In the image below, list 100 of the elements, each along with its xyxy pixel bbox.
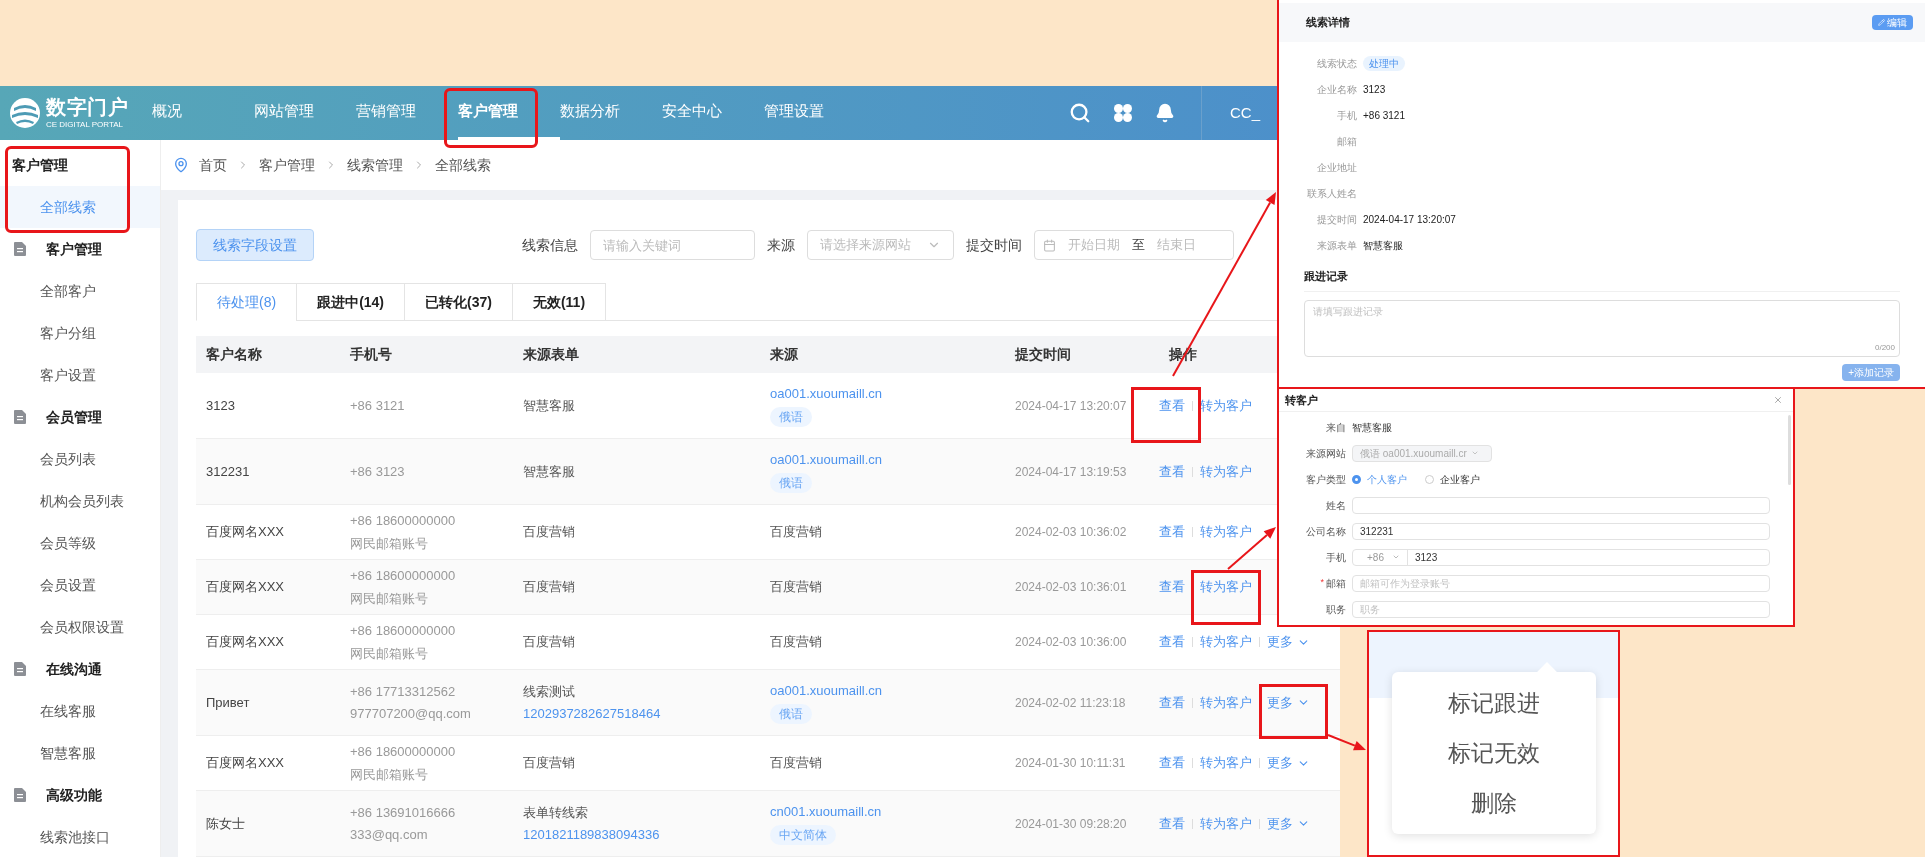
- breadcrumb-item[interactable]: 客户管理: [259, 154, 315, 176]
- more-link[interactable]: 更多: [1267, 813, 1310, 834]
- action-link[interactable]: 转为客户: [1200, 753, 1252, 773]
- breadcrumb-item[interactable]: 线索管理: [347, 154, 403, 176]
- menu-item[interactable]: 标记无效: [1392, 728, 1596, 778]
- sidebar-item[interactable]: 线索池接口: [0, 816, 160, 857]
- action-link[interactable]: 查看: [1159, 813, 1185, 834]
- sidebar-item[interactable]: 会员设置: [0, 564, 160, 606]
- user-name[interactable]: CC_: [1230, 101, 1260, 125]
- edit-button[interactable]: 编辑: [1872, 15, 1913, 30]
- document-icon: [14, 788, 26, 802]
- location-icon: [173, 157, 189, 173]
- field-label: 公司名称: [1306, 524, 1346, 539]
- action-link[interactable]: 转为客户: [1200, 632, 1252, 652]
- field-label: 客户类型: [1306, 472, 1346, 487]
- table-cell-text: 333@qq.com: [350, 826, 429, 844]
- sidebar-group[interactable]: 客户管理: [46, 238, 102, 260]
- table-cell-text: +86 18600000000: [350, 743, 457, 761]
- form-link[interactable]: 1201821189838094336: [523, 825, 760, 845]
- keyword-field[interactable]: 请输入关键词: [590, 230, 755, 260]
- table-cell-text: 网民邮箱账号: [350, 644, 429, 663]
- action-link[interactable]: 转为客户: [1200, 692, 1252, 713]
- sidebar-item[interactable]: 全部客户: [0, 270, 160, 312]
- status-tab[interactable]: 跟进中(14): [296, 283, 406, 321]
- table-cell-text: 312231: [205, 462, 251, 481]
- table-cell-text: 百度营销: [523, 633, 576, 652]
- more-link[interactable]: 更多: [1267, 632, 1310, 652]
- text-field[interactable]: [1352, 496, 1770, 514]
- action-link[interactable]: 转为客户: [1200, 522, 1252, 542]
- sidebar-item[interactable]: 客户分组: [0, 312, 160, 354]
- source-link[interactable]: oa001.xuoumaill.cn: [770, 449, 883, 470]
- action-link[interactable]: 查看: [1159, 395, 1185, 416]
- scrollbar[interactable]: [1788, 415, 1791, 485]
- source-select[interactable]: 请选择来源网站: [807, 230, 954, 260]
- sidebar-item[interactable]: 会员列表: [0, 438, 160, 480]
- table-cell-text: 网民邮箱账号: [350, 534, 429, 553]
- action-link[interactable]: 查看: [1159, 632, 1185, 652]
- phone-field[interactable]: +86 3123: [1352, 548, 1770, 566]
- apps-icon[interactable]: [1113, 103, 1133, 123]
- menu-item[interactable]: 标记跟进: [1392, 678, 1596, 728]
- action-link[interactable]: 查看: [1159, 577, 1185, 597]
- action-link[interactable]: 转为客户: [1200, 461, 1252, 482]
- nav-tab[interactable]: 网站管理: [254, 86, 356, 140]
- logo-subtitle: CE DIGITAL PORTAL: [46, 121, 125, 129]
- bell-icon[interactable]: [1155, 103, 1175, 123]
- close-icon[interactable]: [1773, 395, 1783, 405]
- sidebar-group[interactable]: 高级功能: [46, 784, 102, 806]
- sidebar-group[interactable]: 在线沟通: [46, 658, 102, 680]
- sidebar-item[interactable]: 会员权限设置: [0, 606, 160, 648]
- source-link[interactable]: oa001.xuoumaill.cn: [770, 383, 883, 404]
- form-link[interactable]: 1202937282627518464: [523, 704, 760, 724]
- nav-tab[interactable]: 概况: [152, 86, 254, 140]
- table-cell-text: 百度营销: [770, 523, 822, 542]
- table-cell-text: +86 3121: [350, 396, 406, 415]
- nav-tab[interactable]: 数据分析: [560, 86, 662, 140]
- field-label: 手机: [1326, 550, 1346, 565]
- menu-item[interactable]: 删除: [1392, 778, 1596, 828]
- column-header: 来源表单: [522, 345, 580, 364]
- sidebar-item[interactable]: 在线客服: [0, 690, 160, 732]
- sidebar-group[interactable]: 会员管理: [46, 406, 102, 428]
- source-link[interactable]: cn001.xuoumaill.cn: [770, 801, 882, 822]
- filter-label: 线索信息: [522, 235, 578, 255]
- action-link[interactable]: 查看: [1159, 461, 1185, 482]
- action-link[interactable]: 查看: [1159, 753, 1185, 773]
- field-value: 3123: [1363, 82, 1386, 97]
- table-cell-text: 智慧客服: [523, 462, 576, 481]
- action-link[interactable]: 查看: [1159, 692, 1185, 713]
- sidebar-item[interactable]: 客户设置: [0, 354, 160, 396]
- status-tab[interactable]: 待处理(8): [196, 283, 298, 321]
- nav-tab[interactable]: 安全中心: [662, 86, 764, 140]
- column-header: 客户名称: [205, 345, 263, 364]
- breadcrumb-item[interactable]: 全部线索: [435, 154, 491, 176]
- more-link[interactable]: 更多: [1267, 692, 1310, 713]
- status-tag: 处理中: [1363, 55, 1405, 71]
- search-icon[interactable]: [1069, 102, 1091, 124]
- dialog-title: 转客户: [1285, 392, 1318, 408]
- table-cell-text: 线索测试: [523, 682, 576, 701]
- radio-button[interactable]: [1352, 474, 1361, 484]
- source-link[interactable]: oa001.xuoumaill.cn: [770, 680, 883, 701]
- breadcrumb-item[interactable]: 首页: [199, 154, 227, 176]
- nav-tab[interactable]: 管理设置: [764, 86, 866, 140]
- action-link[interactable]: 转为客户: [1200, 813, 1252, 834]
- sidebar-item[interactable]: 全部线索: [0, 186, 160, 228]
- more-link[interactable]: 更多: [1267, 753, 1310, 773]
- date-range-field[interactable]: 开始日期 至 结束日: [1034, 230, 1234, 260]
- document-icon: [14, 410, 26, 424]
- text-field[interactable]: 312231: [1352, 522, 1770, 540]
- sidebar-item[interactable]: 机构会员列表: [0, 480, 160, 522]
- sidebar-item[interactable]: 智慧客服: [0, 732, 160, 774]
- table-cell-text: 网民邮箱账号: [350, 589, 429, 608]
- action-link[interactable]: 转为客户: [1200, 577, 1252, 597]
- column-header: 提交时间: [1014, 345, 1072, 364]
- action-link[interactable]: 查看: [1159, 522, 1185, 542]
- table-cell-text: 百度网名XXX: [205, 578, 285, 597]
- sidebar-item[interactable]: 会员等级: [0, 522, 160, 564]
- nav-tab[interactable]: 营销管理: [356, 86, 458, 140]
- status-tab[interactable]: 无效(11): [511, 283, 607, 321]
- action-link[interactable]: 转为客户: [1200, 395, 1252, 416]
- field-settings-button[interactable]: 线索字段设置: [196, 229, 314, 261]
- caret-icon: [1470, 449, 1479, 457]
